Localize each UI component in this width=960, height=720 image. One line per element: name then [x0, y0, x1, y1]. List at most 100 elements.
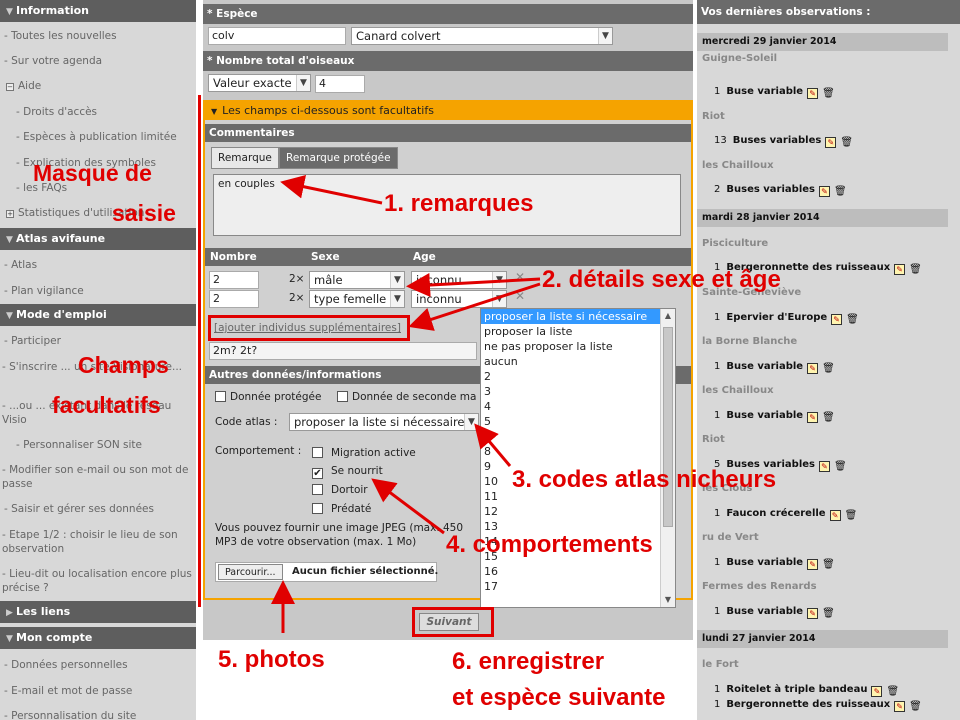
sidebar-section-compte[interactable]: ▼ Mon compte: [0, 627, 196, 649]
expand-icon[interactable]: +: [6, 210, 14, 218]
edit-icon[interactable]: ✎: [894, 264, 906, 275]
trash-icon[interactable]: 🗑: [822, 559, 835, 570]
sidebar-section-mode-emploi[interactable]: ▼ Mode d'emploi: [0, 304, 196, 326]
edit-icon[interactable]: ✎: [829, 510, 841, 521]
edit-icon[interactable]: ✎: [807, 559, 819, 570]
sidebar-item[interactable]: - Personnalisation du site: [4, 709, 196, 720]
sidebar-item[interactable]: - Personnaliser SON site: [16, 438, 196, 452]
sidebar-item[interactable]: - Plan vigilance: [4, 284, 196, 298]
sidebar-item[interactable]: - Sur votre agenda: [4, 54, 196, 68]
sidebar-item[interactable]: - Atlas: [4, 258, 196, 272]
observation-item[interactable]: 1 Buse variable ✎ 🗑: [702, 606, 835, 619]
sidebar-item[interactable]: - Etape 1/2 : choisir le lieu de son obs…: [2, 528, 192, 556]
trash-icon[interactable]: 🗑: [846, 314, 859, 325]
sidebar-item[interactable]: - Participer: [4, 334, 196, 348]
trash-icon[interactable]: 🗑: [886, 686, 899, 697]
sidebar-item[interactable]: - Saisir et gérer ses données: [4, 502, 196, 516]
dropdown-option[interactable]: aucun: [481, 354, 675, 369]
observation-place[interactable]: la Borne Blanche: [702, 336, 797, 347]
scrollbar-thumb[interactable]: [663, 327, 673, 527]
edit-icon[interactable]: ✎: [818, 461, 830, 472]
tab-remarque[interactable]: Remarque: [211, 147, 279, 169]
observation-item[interactable]: 2 Buses variables ✎ 🗑: [702, 184, 847, 197]
behaviour-checkbox[interactable]: Migration active: [312, 447, 416, 459]
observation-place[interactable]: les Chailloux: [702, 160, 774, 171]
sidebar-section-liens[interactable]: ▶ Les liens: [0, 601, 196, 623]
count-type-select[interactable]: Valeur exacte ▼: [208, 74, 311, 92]
count-input[interactable]: 4: [315, 75, 365, 93]
browse-button[interactable]: Parcourir...: [218, 564, 283, 580]
sex-select[interactable]: mâle ▼: [309, 271, 405, 289]
file-input[interactable]: Parcourir... Aucun fichier sélectionné.: [215, 562, 438, 582]
observation-item[interactable]: 13 Buses variables ✎ 🗑: [702, 135, 853, 148]
observation-place[interactable]: ru de Vert: [702, 532, 759, 543]
sidebar-item[interactable]: - Toutes les nouvelles: [4, 29, 196, 43]
sidebar-item[interactable]: - Espèces à publication limitée: [16, 130, 196, 144]
trash-icon[interactable]: 🗑: [840, 137, 853, 148]
detail-count-input[interactable]: 2: [209, 290, 259, 308]
observation-place[interactable]: les Chailloux: [702, 385, 774, 396]
sidebar-section-atlas[interactable]: ▼ Atlas avifaune: [0, 228, 196, 250]
sidebar-section-information[interactable]: ▼ Information: [0, 0, 196, 22]
observation-place[interactable]: Riot: [702, 111, 725, 122]
chevron-down-icon[interactable]: ▼: [661, 593, 675, 607]
tab-remarque-protegee[interactable]: Remarque protégée: [279, 147, 398, 169]
dropdown-option[interactable]: 17: [481, 579, 675, 594]
edit-icon[interactable]: ✎: [825, 137, 837, 148]
trash-icon[interactable]: 🗑: [845, 510, 858, 521]
dropdown-option[interactable]: 12: [481, 504, 675, 519]
edit-icon[interactable]: ✎: [871, 686, 883, 697]
species-code-input[interactable]: colv: [208, 27, 346, 45]
sidebar-item[interactable]: - Modifier son e-mail ou son mot de pass…: [2, 463, 192, 491]
observation-item[interactable]: 1 Epervier d'Europe ✎ 🗑: [702, 312, 859, 325]
dropdown-scrollbar[interactable]: ▲ ▼: [660, 309, 675, 607]
dropdown-option[interactable]: 3: [481, 384, 675, 399]
sidebar-item-aide[interactable]: − Aide: [6, 79, 196, 93]
protected-data-checkbox[interactable]: Donnée protégée: [215, 391, 321, 403]
observation-item[interactable]: 1 Faucon crécerelle ✎ 🗑: [702, 508, 858, 521]
observation-place[interactable]: Fermes des Renards: [702, 581, 817, 592]
detail-note-input[interactable]: 2m? 2t?: [209, 342, 477, 360]
remove-row-icon[interactable]: ✕: [515, 270, 525, 284]
dropdown-option[interactable]: 4: [481, 399, 675, 414]
chevron-up-icon[interactable]: ▲: [661, 309, 675, 323]
trash-icon[interactable]: 🗑: [822, 88, 835, 99]
edit-icon[interactable]: ✎: [894, 701, 906, 712]
second-hand-checkbox[interactable]: Donnée de seconde ma: [337, 391, 476, 403]
dropdown-option[interactable]: 2: [481, 369, 675, 384]
observation-item[interactable]: 1 Bergeronnette des ruisseaux ✎ 🗑: [702, 699, 922, 712]
edit-icon[interactable]: ✎: [818, 186, 830, 197]
dropdown-option[interactable]: 7: [481, 429, 675, 444]
trash-icon[interactable]: 🗑: [909, 701, 922, 712]
dropdown-option[interactable]: proposer la liste: [481, 324, 675, 339]
edit-icon[interactable]: ✎: [831, 314, 843, 325]
trash-icon[interactable]: 🗑: [834, 461, 847, 472]
remove-row-icon[interactable]: ✕: [515, 289, 525, 303]
behaviour-checkbox[interactable]: ✔ Se nourrit: [312, 465, 383, 479]
edit-icon[interactable]: ✎: [807, 363, 819, 374]
age-select[interactable]: inconnu ▼: [411, 290, 507, 308]
sidebar-item[interactable]: - Lieu-dit ou localisation encore plus p…: [2, 567, 192, 595]
sidebar-item[interactable]: - E-mail et mot de passe: [4, 684, 196, 698]
dropdown-option[interactable]: 16: [481, 564, 675, 579]
edit-icon[interactable]: ✎: [807, 608, 819, 619]
observation-place[interactable]: Pisciculture: [702, 238, 768, 249]
collapse-icon[interactable]: −: [6, 83, 14, 91]
age-select[interactable]: inconnu ▼: [411, 271, 507, 289]
observation-item[interactable]: 1 Buse variable ✎ 🗑: [702, 361, 835, 374]
sidebar-item[interactable]: - Droits d'accès: [16, 105, 196, 119]
atlas-code-dropdown[interactable]: proposer la liste si nécessaire proposer …: [480, 308, 676, 608]
trash-icon[interactable]: 🗑: [822, 363, 835, 374]
observation-item[interactable]: 1 Buse variable ✎ 🗑: [702, 557, 835, 570]
dropdown-option[interactable]: 8: [481, 444, 675, 459]
dropdown-option[interactable]: proposer la liste si nécessaire: [481, 309, 675, 324]
dropdown-option[interactable]: 5: [481, 414, 675, 429]
dropdown-option[interactable]: ne pas proposer la liste: [481, 339, 675, 354]
edit-icon[interactable]: ✎: [807, 88, 819, 99]
optional-fields-header[interactable]: ▼ Les champs ci-dessous sont facultatifs: [205, 102, 691, 120]
behaviour-checkbox[interactable]: Dortoir: [312, 484, 368, 496]
observation-place[interactable]: Riot: [702, 434, 725, 445]
observation-item[interactable]: 1 Roitelet à triple bandeau ✎ 🗑: [702, 684, 899, 697]
atlas-code-select[interactable]: proposer la liste si nécessaire ▼: [289, 413, 479, 431]
trash-icon[interactable]: 🗑: [834, 186, 847, 197]
